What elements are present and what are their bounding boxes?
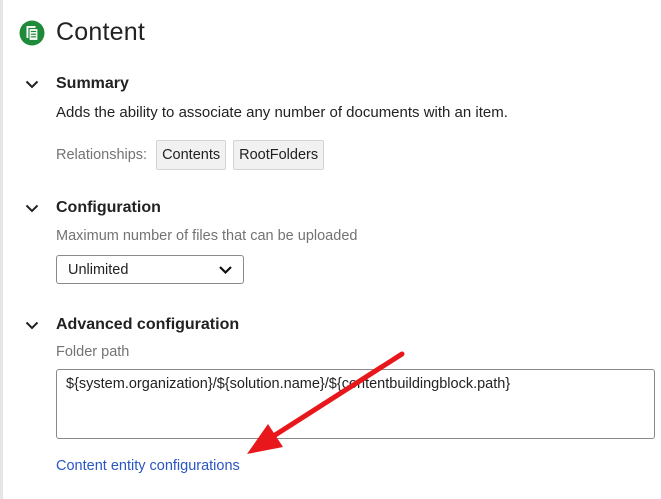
- folder-path-label: Folder path: [56, 344, 130, 360]
- chevron-down-icon: [25, 204, 39, 213]
- folder-path-field[interactable]: ${system.organization}/${solution.name}/…: [56, 369, 655, 439]
- page-title: Content: [56, 18, 145, 46]
- configuration-section-toggle[interactable]: Configuration: [24, 199, 161, 217]
- configuration-title: Configuration: [56, 199, 161, 216]
- chevron-down-icon: [219, 266, 232, 275]
- advanced-section-toggle[interactable]: Advanced configuration: [24, 316, 239, 334]
- content-document-icon: [19, 20, 45, 45]
- relationship-chip-rootfolders[interactable]: RootFolders: [233, 140, 325, 170]
- summary-title: Summary: [56, 75, 129, 92]
- summary-section-toggle[interactable]: Summary: [24, 75, 129, 93]
- left-border: [0, 0, 3, 499]
- max-files-value: Unlimited: [68, 261, 129, 278]
- content-entity-configurations-link[interactable]: Content entity configurations: [56, 458, 240, 474]
- relationships-row: Relationships: Contents RootFolders: [56, 140, 331, 170]
- advanced-title: Advanced configuration: [56, 316, 240, 333]
- relationships-label: Relationships:: [56, 147, 148, 163]
- chevron-down-icon: [25, 321, 39, 330]
- chevron-down-icon: [25, 80, 39, 89]
- summary-description: Adds the ability to associate any number…: [56, 104, 508, 121]
- max-files-select[interactable]: Unlimited: [56, 255, 244, 284]
- max-files-label: Maximum number of files that can be uplo…: [56, 228, 358, 244]
- relationship-chip-contents[interactable]: Contents: [156, 140, 227, 170]
- page-header: Content: [19, 18, 145, 47]
